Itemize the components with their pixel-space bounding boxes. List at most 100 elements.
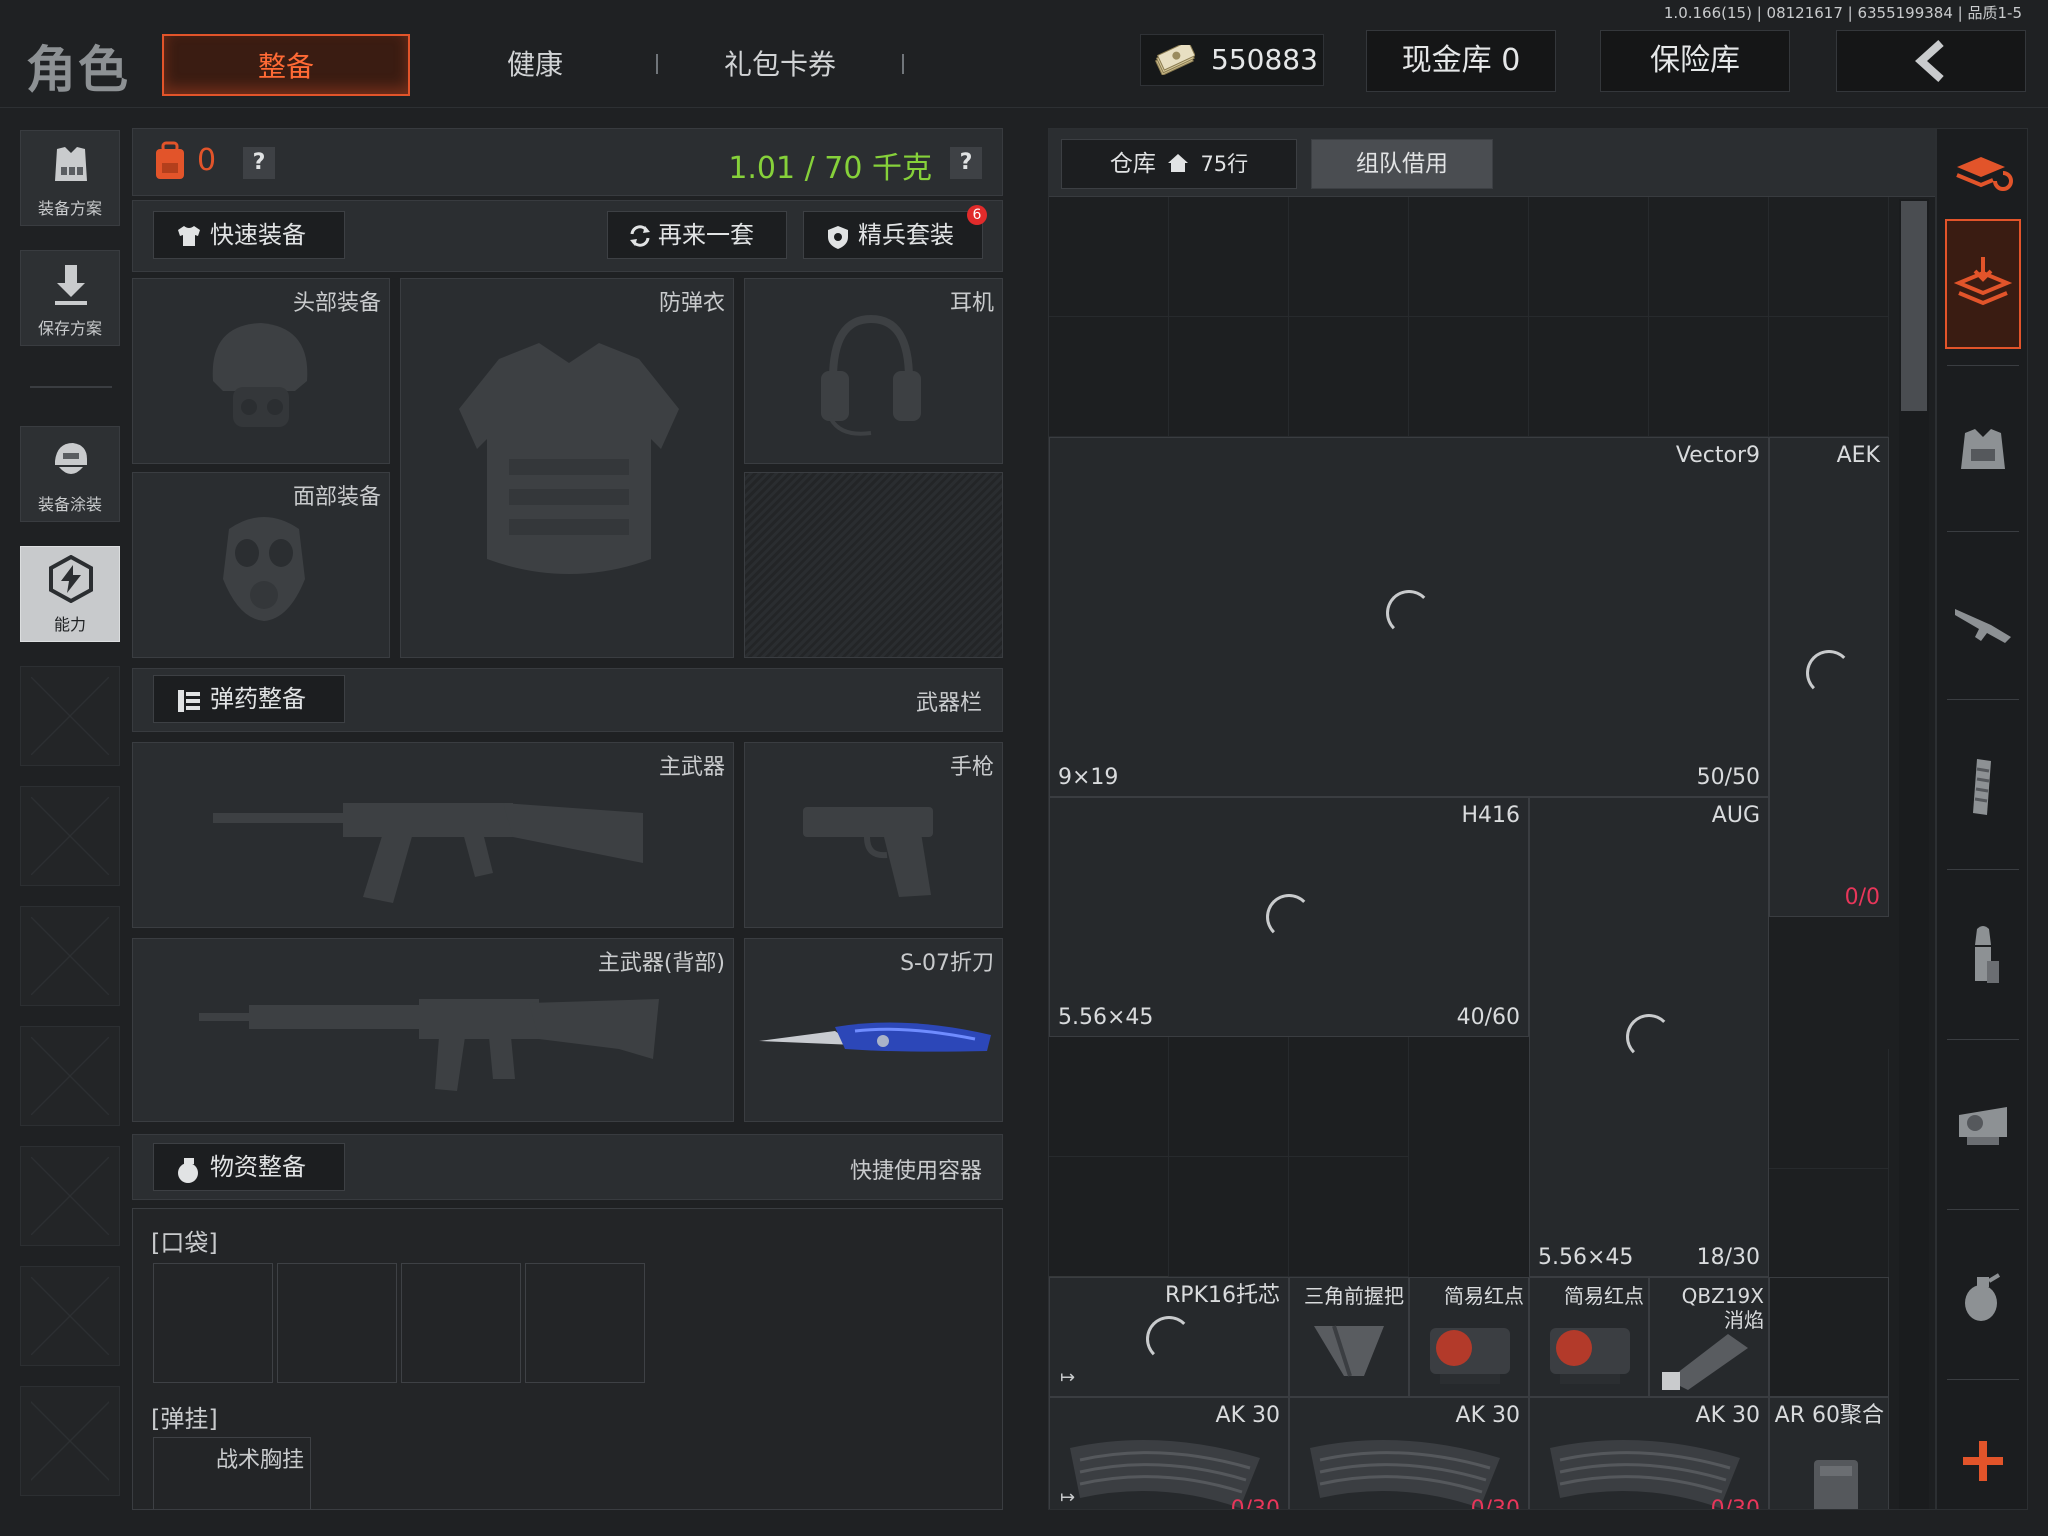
tab-gift-coupons[interactable]: 礼包卡券 bbox=[680, 34, 880, 96]
quick-equip-button[interactable]: 快速装备 bbox=[153, 211, 345, 259]
rig-item-label: 战术胸挂 bbox=[215, 1448, 304, 1473]
stash-item-ak-magazine[interactable]: AK 30 0/30 bbox=[1529, 1397, 1769, 1509]
tab-team-borrow[interactable]: 组队借用 bbox=[1311, 139, 1493, 189]
rig-label: [弹挂] bbox=[151, 1405, 218, 1433]
quick-equip-label: 快速装备 bbox=[210, 221, 306, 249]
stash-item-ar-60-magazine[interactable]: AR 60聚合 bbox=[1769, 1397, 1889, 1509]
stash-item-red-dot[interactable]: 简易红点 bbox=[1529, 1277, 1649, 1397]
helmet-icon bbox=[212, 323, 308, 427]
safe-vault-button[interactable]: 保险库 bbox=[1600, 30, 1790, 92]
item-name: AK 30 bbox=[1215, 1403, 1280, 1428]
stash-item-aug[interactable]: AUG 5.56×45 18/30 bbox=[1529, 797, 1769, 1277]
item-name: H416 bbox=[1461, 803, 1520, 828]
slot-label: 耳机 bbox=[949, 291, 994, 316]
category-divider bbox=[1947, 1379, 2019, 1380]
gas-mask-icon bbox=[223, 517, 305, 621]
tab-divider bbox=[902, 54, 904, 74]
item-caliber: 5.56×45 bbox=[1058, 1005, 1154, 1030]
plus-icon[interactable] bbox=[1951, 1429, 2015, 1493]
empty-sidebar-slot bbox=[20, 1026, 120, 1126]
supply-prep-button[interactable]: 物资整备 bbox=[153, 1143, 345, 1191]
head-slot[interactable]: 头部装备 bbox=[132, 278, 390, 464]
pocket-slot[interactable] bbox=[525, 1263, 645, 1383]
slot-label: 面部装备 bbox=[292, 485, 381, 510]
item-count: 18/30 bbox=[1696, 1245, 1760, 1270]
loadout-plan-button[interactable]: 装备方案 bbox=[20, 130, 120, 226]
stash-item-qbz-flash-hider[interactable]: QBZ19X消焰 bbox=[1649, 1277, 1769, 1397]
category-all-button[interactable] bbox=[1945, 219, 2021, 349]
empty-sidebar-slot bbox=[20, 1386, 120, 1496]
foregrip-icon bbox=[1314, 1325, 1384, 1377]
save-plan-button[interactable]: 保存方案 bbox=[20, 250, 120, 346]
loading-spinner bbox=[1626, 1014, 1672, 1060]
item-name: AR 60聚合 bbox=[1774, 1403, 1884, 1428]
refresh-icon bbox=[630, 225, 650, 247]
rig-slot[interactable]: 战术胸挂 bbox=[153, 1437, 311, 1509]
stash-item-rpk-stock[interactable]: RPK16托芯 ↦ bbox=[1049, 1277, 1289, 1397]
equip-arrow-icon: ↦ bbox=[1060, 1487, 1076, 1508]
item-name: RPK16托芯 bbox=[1165, 1283, 1280, 1308]
headset-icon bbox=[821, 314, 921, 436]
tab-equip[interactable]: 整备 bbox=[162, 34, 410, 96]
back-weapon-slot[interactable]: 主武器(背部) bbox=[132, 938, 734, 1122]
tab-stash[interactable]: 仓库 75行 bbox=[1061, 139, 1297, 189]
quick-container-label: 快捷使用容器 bbox=[849, 1159, 982, 1184]
slot-label: 主武器 bbox=[658, 755, 725, 780]
scrollbar-thumb[interactable] bbox=[1901, 201, 1927, 411]
category-divider bbox=[1947, 1209, 2019, 1210]
weight-help-button[interactable]: ? bbox=[950, 147, 982, 179]
ability-button[interactable]: 能力 bbox=[20, 546, 120, 642]
armor-slot[interactable]: 防弹衣 bbox=[400, 278, 734, 658]
magazine-icon[interactable] bbox=[1951, 755, 2015, 819]
pocket-slot[interactable] bbox=[401, 1263, 521, 1383]
item-name: AUG bbox=[1711, 803, 1760, 828]
cash-vault-button[interactable]: 现金库 0 bbox=[1366, 30, 1556, 92]
another-set-label: 再来一套 bbox=[658, 221, 754, 249]
stash-item-red-dot[interactable]: 简易红点 bbox=[1409, 1277, 1529, 1397]
primary-weapon-slot[interactable]: 主武器 bbox=[132, 742, 734, 928]
back-arrow-icon bbox=[1915, 40, 1944, 82]
grenade-icon[interactable] bbox=[1951, 1265, 2015, 1329]
stash-item-h416[interactable]: H416 5.56×45 40/60 bbox=[1049, 797, 1529, 1037]
stash-item-ak-magazine[interactable]: AK 30 0/30 bbox=[1289, 1397, 1529, 1509]
category-divider bbox=[1947, 699, 2019, 700]
sidebar-item-label: 装备方案 bbox=[37, 199, 102, 218]
armor-icon[interactable] bbox=[1951, 419, 2015, 483]
stash-item-aek[interactable]: AEK 0/0 bbox=[1769, 437, 1889, 917]
item-name: 简易红点 bbox=[1564, 1284, 1644, 1308]
category-sidebar bbox=[1936, 128, 2028, 1510]
another-set-button[interactable]: 再来一套 bbox=[607, 211, 787, 259]
red-dot-sight-icon bbox=[1550, 1328, 1630, 1384]
stash-item-grip[interactable]: 三角前握把 bbox=[1289, 1277, 1409, 1397]
sight-icon[interactable] bbox=[1951, 1093, 2015, 1157]
stash-scrollbar[interactable] bbox=[1899, 199, 1929, 1509]
ammo-icon bbox=[178, 690, 200, 712]
pistol-slot[interactable]: 手枪 bbox=[744, 742, 1003, 928]
stack-refresh-icon[interactable] bbox=[1951, 141, 2015, 205]
help-button[interactable]: ? bbox=[243, 147, 275, 179]
ammo-prep-button[interactable]: 弹药整备 bbox=[153, 675, 345, 723]
item-count: 50/50 bbox=[1696, 765, 1760, 790]
back-button[interactable] bbox=[1836, 30, 2026, 92]
supply-section-bar: 物资整备 快捷使用容器 bbox=[132, 1134, 1003, 1200]
grenade-icon bbox=[178, 1158, 198, 1183]
pocket-slot[interactable] bbox=[153, 1263, 273, 1383]
bullet-icon[interactable] bbox=[1951, 925, 2015, 989]
stash-item-ak-magazine[interactable]: AK 30 0/30 ↦ bbox=[1049, 1397, 1289, 1509]
empty-sidebar-slot bbox=[20, 1146, 120, 1246]
face-slot[interactable]: 面部装备 bbox=[132, 472, 390, 658]
loading-spinner bbox=[1806, 650, 1852, 696]
money-value: 550883 bbox=[1211, 43, 1318, 76]
headset-slot[interactable]: 耳机 bbox=[744, 278, 1003, 464]
locked-slot bbox=[744, 472, 1003, 658]
stash-item-vector9[interactable]: Vector9 9×19 50/50 bbox=[1049, 437, 1769, 797]
tab-health[interactable]: 健康 bbox=[435, 34, 635, 96]
knife-slot[interactable]: S-07折刀 bbox=[744, 938, 1003, 1122]
pocket-label: [口袋] bbox=[151, 1229, 218, 1257]
pistol-icon bbox=[803, 807, 933, 897]
pocket-slot[interactable] bbox=[277, 1263, 397, 1383]
folding-knife-icon bbox=[759, 1022, 991, 1052]
equipment-skin-button[interactable]: 装备涂装 bbox=[20, 426, 120, 522]
rifle-icon[interactable] bbox=[1951, 585, 2015, 649]
elite-set-button[interactable]: 精兵套装 bbox=[803, 211, 983, 259]
